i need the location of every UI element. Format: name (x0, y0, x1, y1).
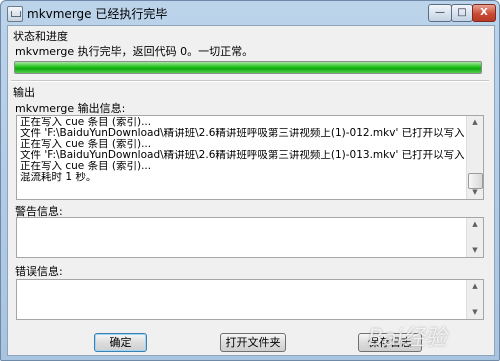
minimize-button[interactable]: — (428, 4, 452, 22)
errors-textbox[interactable]: ▲ ▼ (16, 279, 484, 320)
maximize-button[interactable]: □ (451, 4, 473, 22)
scroll-down-arrow-icon[interactable]: ▼ (468, 186, 482, 199)
dialog-body: 状态和进度 mkvmerge 执行完毕，返回代码 0。一切正常。 输出 mkvm… (7, 25, 495, 356)
ok-button[interactable]: 确定 (94, 333, 147, 352)
scroll-up-arrow-icon[interactable]: ▲ (468, 116, 482, 129)
group-divider (11, 80, 489, 82)
log-line: 正在写入 cue 条目 (索引)... (20, 161, 152, 172)
output-log-textbox[interactable]: 正在写入 cue 条目 (索引)... 文件 'F:\BaiduYunDownlo… (16, 115, 484, 200)
warnings-scrollbar[interactable]: ▲ ▼ (466, 218, 483, 257)
log-line: 正在写入 cue 条目 (索引)... (20, 117, 152, 128)
scroll-up-arrow-icon[interactable]: ▲ (468, 280, 482, 293)
log-line: 文件 'F:\BaiduYunDownload\精讲班\2.6精讲班呼吸第三讲视… (20, 150, 464, 161)
scroll-down-arrow-icon[interactable]: ▼ (468, 306, 482, 319)
window-title: mkvmerge 已经执行完毕 (27, 7, 168, 21)
scroll-up-arrow-icon[interactable]: ▲ (468, 218, 482, 231)
errors-scrollbar[interactable]: ▲ ▼ (466, 280, 483, 319)
log-line: 正在写入 cue 条目 (索引)... (20, 139, 152, 150)
dialog-window: mkvmerge 已经执行完毕 — □ X 状态和进度 mkvmerge 执行完… (0, 0, 500, 361)
scroll-down-arrow-icon[interactable]: ▼ (468, 244, 482, 257)
log-line: 混流耗时 1 秒。 (20, 172, 97, 183)
output-log-scrollbar[interactable]: ▲ ▼ (466, 116, 483, 199)
output-info-label: mkvmerge 输出信息: (15, 102, 126, 115)
save-log-button[interactable]: 保存日志 (358, 333, 422, 352)
app-icon (7, 6, 23, 22)
errors-label: 错误信息: (15, 265, 63, 278)
output-log: 正在写入 cue 条目 (索引)... 文件 'F:\BaiduYunDownlo… (20, 117, 464, 183)
output-group-label: 输出 (13, 86, 35, 99)
open-folder-button[interactable]: 打开文件夹 (220, 333, 286, 352)
status-message: mkvmerge 执行完毕，返回代码 0。一切正常。 (15, 45, 254, 58)
progress-fill (15, 62, 481, 73)
log-line: 文件 'F:\BaiduYunDownload\精讲班\2.6精讲班呼吸第三讲视… (20, 128, 464, 139)
warnings-textbox[interactable]: ▲ ▼ (16, 217, 484, 258)
progress-bar (14, 61, 482, 74)
status-group-label: 状态和进度 (13, 30, 68, 43)
close-button[interactable]: X (472, 4, 496, 22)
title-bar[interactable]: mkvmerge 已经执行完毕 — □ X (1, 1, 499, 25)
